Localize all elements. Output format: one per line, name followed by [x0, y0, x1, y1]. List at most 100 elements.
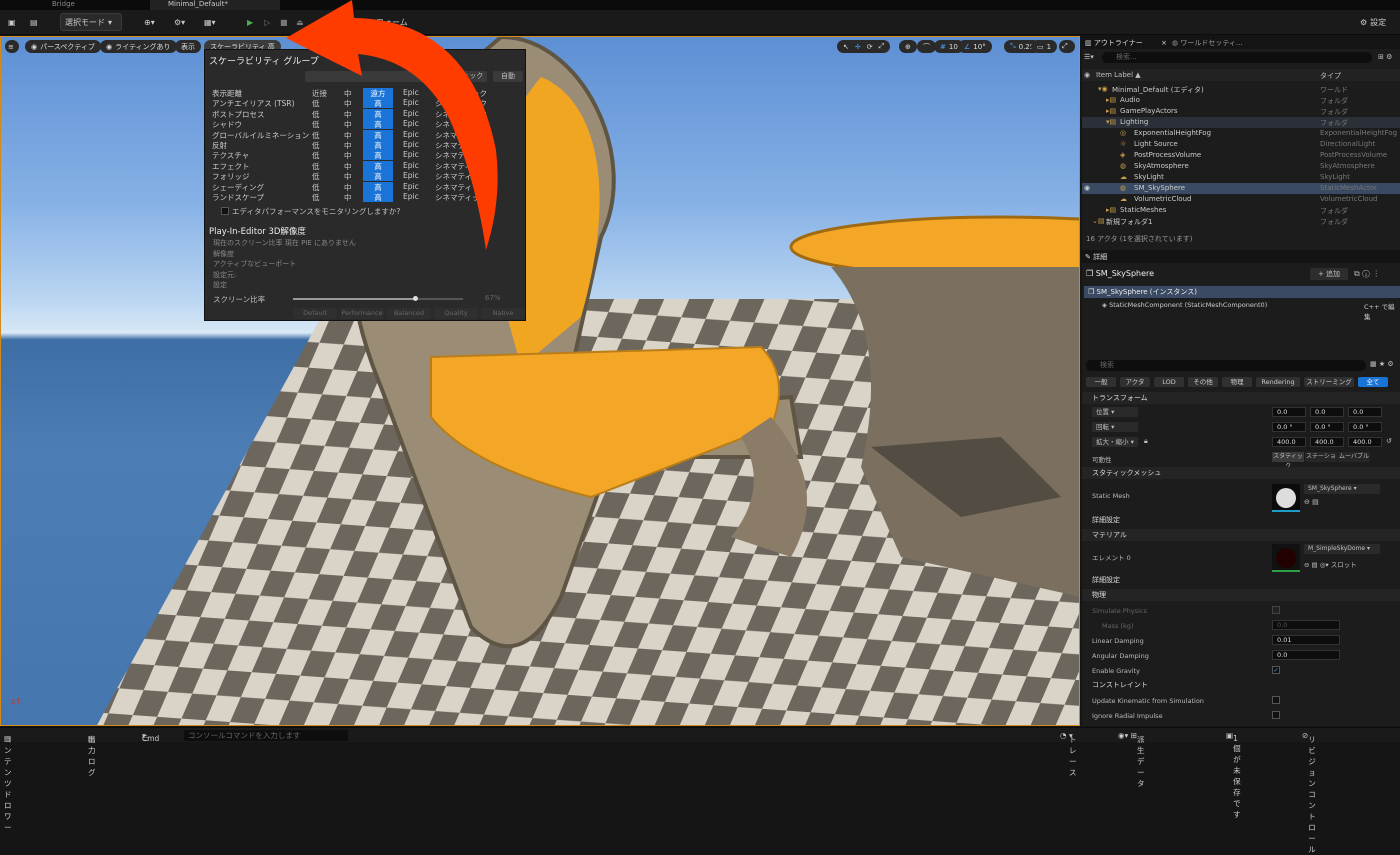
details-tools-icons[interactable]: ⧉ ⓘ ⋮	[1354, 269, 1380, 279]
outliner-row[interactable]: ▾◉ Minimal_Default (エディタ) ワールド	[1082, 84, 1400, 95]
reset-icon[interactable]: ↺	[1386, 437, 1392, 445]
viewport-menu-button[interactable]: ≡	[5, 40, 19, 53]
rotate-icon[interactable]: ⟳	[867, 43, 873, 51]
rotation-y-field[interactable]: 0.0 °	[1310, 422, 1344, 432]
revision-control-button[interactable]: ⊘ リビジョンコントロール	[1302, 731, 1316, 854]
preset-button-performance[interactable]: Performance	[340, 308, 384, 319]
outliner-row[interactable]: ▸▤ StaticMeshes フォルダ	[1082, 205, 1400, 216]
blueprint-icon[interactable]: ⚙▾	[170, 13, 189, 31]
outliner-row[interactable]: ☁ VolumetricCloud VolumetricCloud	[1082, 194, 1400, 205]
monitor-checkbox[interactable]	[221, 207, 229, 215]
screen-ratio-slider[interactable]	[293, 296, 463, 301]
move-icon[interactable]: ✛	[855, 43, 861, 51]
outliner-row[interactable]: ◈ PostProcessVolume PostProcessVolume	[1082, 150, 1400, 161]
filter-tab[interactable]: 一般	[1086, 377, 1116, 387]
world-icon[interactable]: ⊕	[899, 40, 917, 53]
location-z-field[interactable]: 0.0	[1348, 407, 1382, 417]
filter-tab[interactable]: その他	[1188, 377, 1218, 387]
show-button[interactable]: 表示	[175, 40, 201, 53]
details-search-input[interactable]: 検索	[1086, 360, 1366, 371]
outliner-row[interactable]: ▸▤ Audio フォルダ	[1082, 95, 1400, 106]
material-dropdown[interactable]: M_SimpleSkyDome ▾	[1304, 544, 1380, 554]
preset-button-quality[interactable]: Quality	[434, 308, 478, 319]
col-item-label[interactable]: Item Label ▲	[1096, 71, 1141, 79]
camera-speed-button[interactable]: ▭ 1	[1031, 40, 1058, 53]
select-mode-button[interactable]: 選択モード ▾	[60, 13, 122, 31]
console-input[interactable]: コンソールコマンドを入力します	[184, 730, 348, 741]
visibility-eye-icon[interactable]: ◉	[1084, 184, 1090, 192]
scale-icon[interactable]: ⤢	[879, 42, 885, 51]
filter-tab[interactable]: Rendering	[1256, 377, 1300, 387]
section-constraints[interactable]: コンストレイント	[1082, 679, 1400, 691]
section-transform[interactable]: トランスフォーム	[1082, 392, 1400, 404]
mobility-movable[interactable]: ムーバブル	[1338, 452, 1370, 462]
location-dropdown[interactable]: 位置 ▾	[1092, 407, 1138, 417]
outliner-search-input[interactable]: 検索...	[1102, 52, 1372, 63]
select-icon[interactable]: ↖	[843, 43, 849, 51]
tab-level[interactable]: Minimal_Default*	[150, 0, 280, 10]
section-advanced[interactable]: 詳細設定	[1082, 514, 1400, 526]
outliner-row[interactable]: ◎ ExponentialHeightFog ExponentialHeightFo…	[1082, 128, 1400, 139]
instance-row[interactable]: ❒ SM_SkySphere (インスタンス)	[1084, 286, 1400, 298]
details-view-icons[interactable]: ▦ ★ ⚙	[1370, 360, 1394, 368]
settings-button[interactable]: ⚙ 設定	[1356, 13, 1390, 31]
lighting-button[interactable]: ◉ ライティングあり	[100, 40, 177, 53]
rotation-dropdown[interactable]: 回転 ▾	[1092, 422, 1138, 432]
add-component-button[interactable]: + 追加	[1310, 268, 1348, 280]
unsaved-button[interactable]: ▣ 1個が未保存です	[1226, 731, 1241, 819]
location-x-field[interactable]: 0.0	[1272, 407, 1306, 417]
section-materials[interactable]: マテリアル	[1082, 529, 1400, 541]
edit-cpp-link[interactable]: C++ で編集	[1364, 301, 1400, 321]
save-icon[interactable]: ▣	[4, 13, 20, 31]
lock-icon[interactable]: 🔒︎	[1144, 437, 1148, 446]
ignore-radial-checkbox[interactable]	[1272, 711, 1280, 719]
preset-button-default[interactable]: Default	[293, 308, 337, 319]
outliner-settings-icon[interactable]: ⊞ ⚙	[1378, 53, 1392, 61]
trace-button[interactable]: ◔ トレース ▾	[1060, 731, 1076, 777]
scale-y-field[interactable]: 400.0	[1310, 437, 1344, 447]
mobility-static[interactable]: スタティック	[1272, 452, 1304, 470]
filter-tab[interactable]: ストリーミング	[1304, 377, 1354, 387]
maximize-icon[interactable]: ⤢	[1059, 40, 1075, 53]
outliner-row[interactable]: ◍ SkyAtmosphere SkyAtmosphere	[1082, 161, 1400, 172]
section-physics[interactable]: 物理	[1082, 589, 1400, 601]
content-icon[interactable]: ▤	[26, 13, 42, 31]
outliner-row[interactable]: ◉ ◍ SM_SkySphere StaticMeshActor	[1082, 183, 1400, 194]
rotation-z-field[interactable]: 0.0 °	[1348, 422, 1382, 432]
material-tools[interactable]: ⊖ ▤ ◎▾ スロット	[1304, 559, 1357, 569]
preset-button-native[interactable]: Native	[481, 308, 525, 319]
filter-tab[interactable]: 全て	[1358, 377, 1388, 387]
enable-gravity-checkbox[interactable]: ✓	[1272, 666, 1280, 674]
preset-button-balanced[interactable]: Balanced	[387, 308, 431, 319]
outliner-row[interactable]: ⌄▤ 新規フォルダ1 フォルダ	[1082, 216, 1400, 227]
play-icon[interactable]: ▶	[243, 13, 257, 31]
section-static-mesh[interactable]: スタティックメッシュ	[1082, 467, 1400, 479]
scale-x-field[interactable]: 400.0	[1272, 437, 1306, 447]
cinematics-icon[interactable]: ▦▾	[200, 13, 220, 31]
col-type[interactable]: タイプ	[1320, 71, 1341, 81]
tab-outliner[interactable]: ▥ アウトライナー ×	[1085, 38, 1167, 48]
outliner-row[interactable]: ▸▤ GamePlayActors フォルダ	[1082, 106, 1400, 117]
filter-icon[interactable]: ☰▾	[1084, 53, 1094, 61]
angular-damping-field[interactable]: 0.0	[1272, 650, 1340, 660]
linear-damping-field[interactable]: 0.01	[1272, 635, 1340, 645]
component-row[interactable]: ◈ StaticMeshComponent (StaticMeshCompone…	[1102, 301, 1267, 309]
tab-world-settings[interactable]: ◍ ワールドセッティ...	[1172, 38, 1243, 48]
outliner-row[interactable]: ☁ SkyLight SkyLight	[1082, 172, 1400, 183]
location-y-field[interactable]: 0.0	[1310, 407, 1344, 417]
rotation-x-field[interactable]: 0.0 °	[1272, 422, 1306, 432]
section-advanced-2[interactable]: 詳細設定	[1082, 574, 1400, 586]
close-icon[interactable]: ×	[1161, 39, 1167, 47]
rotation-snap-button[interactable]: ∠ 10°	[958, 40, 992, 53]
filter-tab[interactable]: LOD	[1154, 377, 1184, 387]
browse-icon[interactable]: ⊖ ▤	[1304, 498, 1319, 506]
mass-field[interactable]: 0.0	[1272, 620, 1340, 630]
tab-bridge[interactable]: Bridge	[52, 0, 75, 8]
simulate-physics-checkbox[interactable]	[1272, 606, 1280, 614]
cmd-dropdown[interactable]: ▭ Cmd ▾	[142, 731, 159, 743]
level-viewport[interactable]: ≡ ◉ パースペクティブ ◉ ライティングあり 表示 スケーラビリティ 高 ↖ ✛ ⟳ ⤢…	[0, 36, 1080, 726]
mobility-stationary[interactable]: ステーショ	[1305, 452, 1337, 462]
outliner-row[interactable]: ▾▤ Lighting フォルダ	[1082, 117, 1400, 128]
tab-details[interactable]: ✎ 詳細	[1085, 252, 1107, 262]
update-kinematic-checkbox[interactable]	[1272, 696, 1280, 704]
